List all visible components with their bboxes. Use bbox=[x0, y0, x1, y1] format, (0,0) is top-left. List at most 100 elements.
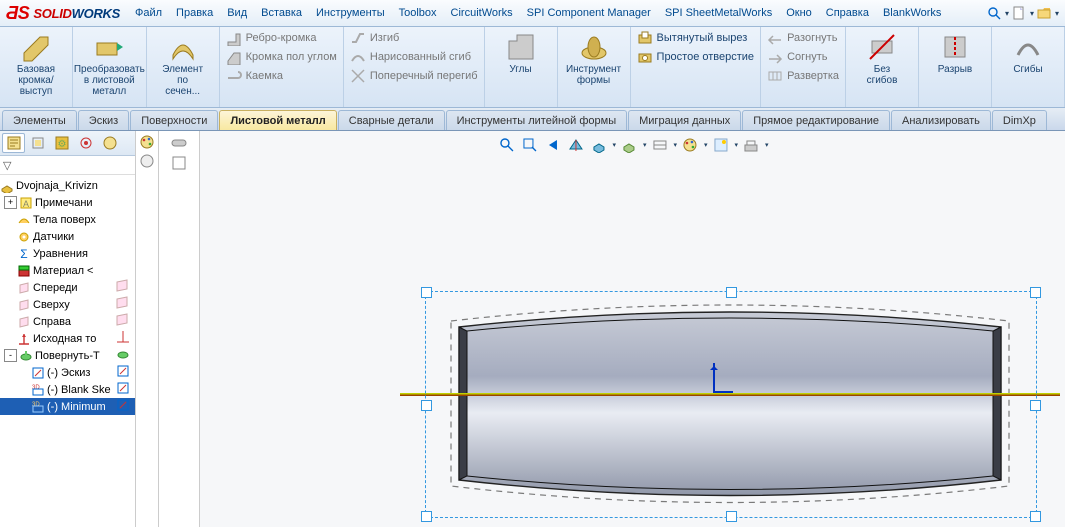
menu-blankworks[interactable]: BlankWorks bbox=[876, 3, 948, 23]
resize-handle[interactable] bbox=[1030, 511, 1041, 522]
box-placeholder-icon[interactable] bbox=[170, 154, 188, 172]
edit-appearance-icon[interactable] bbox=[680, 135, 700, 155]
view-orient-icon[interactable] bbox=[588, 135, 608, 155]
menu-spi-sheetmetal[interactable]: SPI SheetMetalWorks bbox=[658, 3, 779, 23]
origin-small-icon[interactable] bbox=[115, 330, 133, 345]
ribbon-fold[interactable]: Согнуть bbox=[765, 48, 841, 66]
ribbon-hem[interactable]: Каемка bbox=[224, 67, 339, 85]
tab-direct-editing[interactable]: Прямое редактирование bbox=[742, 110, 890, 130]
sketch-small-icon[interactable] bbox=[115, 381, 133, 396]
resize-handle[interactable] bbox=[1030, 400, 1041, 411]
open-doc-icon[interactable] bbox=[1036, 5, 1052, 21]
part-icon bbox=[0, 179, 14, 193]
ribbon-col-cuts: Вытянутый вырез Простое отверстие bbox=[631, 27, 762, 107]
ribbon-unfold[interactable]: Разогнуть bbox=[765, 29, 841, 47]
base-flange-icon bbox=[20, 31, 52, 63]
resize-handle[interactable] bbox=[1030, 287, 1041, 298]
ribbon-jog[interactable]: Изгиб bbox=[348, 29, 480, 47]
ribbon-bends[interactable]: Сгибы bbox=[992, 27, 1065, 107]
fm-appearances-tab[interactable] bbox=[98, 133, 121, 153]
ribbon-jog-label: Изгиб bbox=[370, 32, 399, 44]
menu-circuitworks[interactable]: CircuitWorks bbox=[444, 3, 520, 23]
zoom-fit-icon[interactable] bbox=[496, 135, 516, 155]
menu-help[interactable]: Справка bbox=[819, 3, 876, 23]
section-icon[interactable] bbox=[565, 135, 585, 155]
menu-view[interactable]: Вид bbox=[220, 3, 254, 23]
fm-property-tab[interactable]: ⚙ bbox=[50, 133, 73, 153]
menu-spi-component[interactable]: SPI Component Manager bbox=[520, 3, 658, 23]
search-icon[interactable] bbox=[986, 5, 1002, 21]
plane-small-icon[interactable] bbox=[115, 313, 133, 328]
ribbon-edge-flange[interactable]: Ребро-кромка bbox=[224, 29, 339, 47]
fm-tree-tab[interactable] bbox=[2, 133, 25, 153]
tab-evaluate[interactable]: Анализировать bbox=[891, 110, 991, 130]
resize-handle[interactable] bbox=[421, 511, 432, 522]
menu-insert[interactable]: Вставка bbox=[254, 3, 309, 23]
sketch-icon bbox=[31, 366, 45, 380]
plane-small-icon[interactable] bbox=[115, 279, 133, 294]
fm-target-tab[interactable] bbox=[74, 133, 97, 153]
ribbon-base-flange[interactable]: Базоваякромка/выступ bbox=[0, 27, 73, 107]
ribbon-forming-tool[interactable]: Инструментформы bbox=[558, 27, 631, 107]
surface-bodies-icon bbox=[17, 213, 31, 227]
graphics-viewport[interactable]: ▾ ▾ ▾ ▾ ▾ ▾ bbox=[200, 131, 1065, 527]
ribbon-no-bends[interactable]: Безсгибов bbox=[846, 27, 919, 107]
ribbon-extruded-cut[interactable]: Вытянутый вырез bbox=[635, 29, 757, 47]
ribbon-corners[interactable]: Углы bbox=[485, 27, 558, 107]
tree-equations-label: Уравнения bbox=[33, 248, 88, 260]
menu-window[interactable]: Окно bbox=[779, 3, 819, 23]
revolve-icon bbox=[19, 349, 33, 363]
menu-edit[interactable]: Правка bbox=[169, 3, 220, 23]
display-style-icon[interactable] bbox=[619, 135, 639, 155]
resize-handle[interactable] bbox=[726, 511, 737, 522]
expand-toggle[interactable]: + bbox=[4, 196, 17, 209]
heads-up-view-toolbar: ▾ ▾ ▾ ▾ ▾ ▾ bbox=[496, 135, 768, 155]
tab-sheetmetal[interactable]: Листовой металл bbox=[219, 110, 336, 130]
prev-view-icon[interactable] bbox=[542, 135, 562, 155]
plane-small-icon[interactable] bbox=[115, 296, 133, 311]
tab-mold-tools[interactable]: Инструменты литейной формы bbox=[446, 110, 628, 130]
feature-filter[interactable]: ▽ bbox=[0, 156, 135, 175]
menu-toolbox[interactable]: Toolbox bbox=[392, 3, 444, 23]
tab-surfaces[interactable]: Поверхности bbox=[130, 110, 218, 130]
view-settings-icon[interactable] bbox=[741, 135, 761, 155]
extruded-cut-icon bbox=[637, 30, 653, 46]
zoom-area-icon[interactable] bbox=[519, 135, 539, 155]
hide-show-icon[interactable] bbox=[170, 134, 188, 152]
sketch-small-icon[interactable] bbox=[115, 398, 133, 413]
ribbon-cross-break[interactable]: Поперечный перегиб bbox=[348, 67, 480, 85]
tab-data-migration[interactable]: Миграция данных bbox=[628, 110, 741, 130]
tab-features[interactable]: Элементы bbox=[2, 110, 77, 130]
feature-tree[interactable]: Dvojnaja_Krivizn +AПримечани Тела поверх… bbox=[0, 175, 135, 527]
revolve-small-icon[interactable] bbox=[115, 347, 133, 362]
selection-bounding-box[interactable] bbox=[425, 291, 1037, 518]
resize-handle[interactable] bbox=[421, 400, 432, 411]
resize-handle[interactable] bbox=[421, 287, 432, 298]
ribbon-convert-sm[interactable]: Преобразоватьв листовойметалл bbox=[73, 27, 147, 107]
sensors-icon bbox=[17, 230, 31, 244]
palette-icon-2[interactable] bbox=[139, 153, 155, 169]
tab-dimxpert[interactable]: DimXp bbox=[992, 110, 1047, 130]
ribbon-forming-tool-label: Инструментформы bbox=[566, 64, 621, 86]
hem-icon bbox=[226, 68, 242, 84]
menu-tools[interactable]: Инструменты bbox=[309, 3, 392, 23]
fm-config-tab[interactable] bbox=[26, 133, 49, 153]
palette-icon-1[interactable] bbox=[139, 134, 155, 150]
collapse-toggle[interactable]: - bbox=[4, 349, 17, 362]
resize-handle[interactable] bbox=[726, 287, 737, 298]
tab-weldments[interactable]: Сварные детали bbox=[338, 110, 445, 130]
tab-sketch[interactable]: Эскиз bbox=[78, 110, 129, 130]
ribbon-sketched-bend[interactable]: Нарисованный сгиб bbox=[348, 48, 480, 66]
apply-scene-icon[interactable] bbox=[711, 135, 731, 155]
logo-solid: SOLID bbox=[33, 6, 71, 21]
ribbon-flat-pattern[interactable]: Развертка bbox=[765, 67, 841, 85]
ribbon-simple-hole[interactable]: Простое отверстие bbox=[635, 48, 757, 66]
sketch-small-icon[interactable] bbox=[115, 364, 133, 379]
menu-file[interactable]: Файл bbox=[128, 3, 169, 23]
ribbon-rip[interactable]: Разрыв bbox=[919, 27, 992, 107]
tree-sketch-blank-label: (-) Blank Ske bbox=[47, 384, 111, 396]
hide-show-items-icon[interactable] bbox=[649, 135, 669, 155]
ribbon-miter-flange[interactable]: Кромка пол углом bbox=[224, 48, 339, 66]
ribbon-loft[interactable]: Элементпосечен... bbox=[147, 27, 220, 107]
new-doc-icon[interactable] bbox=[1011, 5, 1027, 21]
